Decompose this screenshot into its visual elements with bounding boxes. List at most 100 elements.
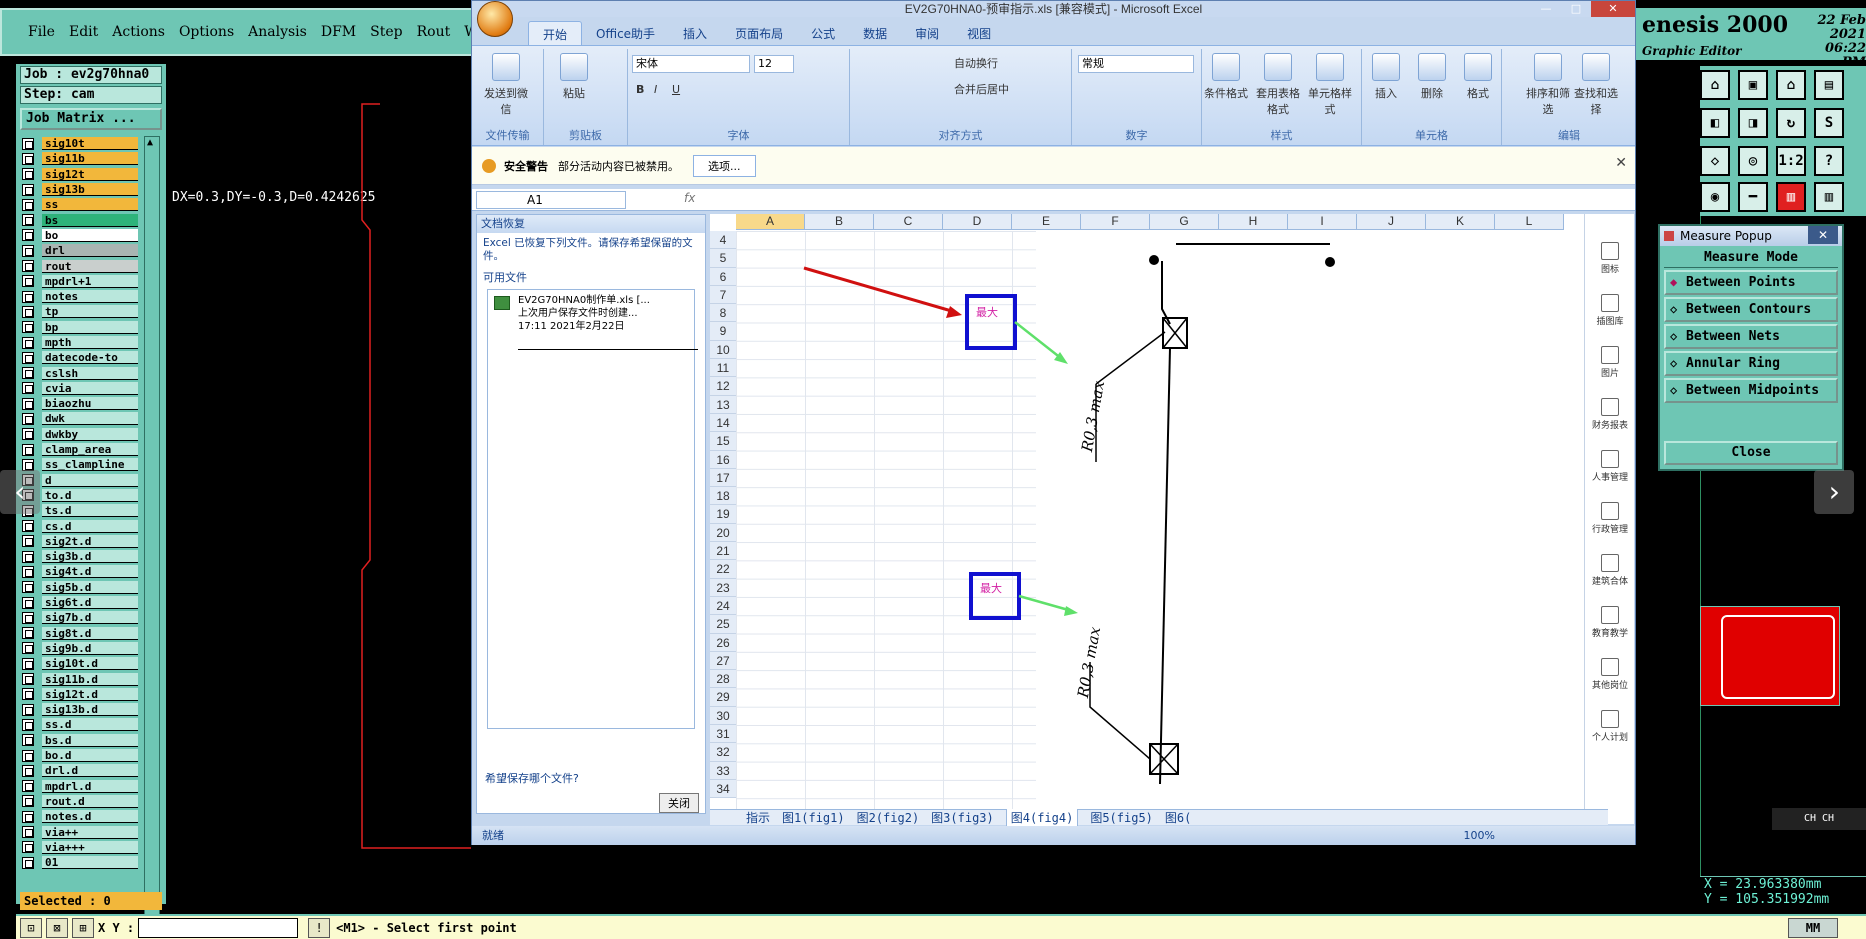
- layer-name[interactable]: sig6t.d: [42, 596, 138, 610]
- layer-checkbox[interactable]: [22, 657, 34, 670]
- ribbon-tab[interactable]: 审阅: [901, 21, 953, 45]
- layer-row[interactable]: sig9b.d: [20, 641, 140, 656]
- layer-checkbox[interactable]: [22, 535, 34, 548]
- layer-name[interactable]: dwkby: [42, 427, 138, 441]
- sheet-tab[interactable]: 图4(fig4): [1005, 808, 1079, 827]
- ruler-icon[interactable]: ━: [1738, 182, 1768, 212]
- layer-name[interactable]: rout: [42, 259, 138, 273]
- bold-button[interactable]: B: [636, 81, 644, 99]
- layer-name[interactable]: sig3b.d: [42, 550, 138, 564]
- layer-name[interactable]: notes: [42, 290, 138, 304]
- layer-name[interactable]: sig5b.d: [42, 580, 138, 594]
- side-tool[interactable]: 个人计划: [1585, 710, 1635, 743]
- net-icon[interactable]: ▥: [1776, 182, 1806, 212]
- recovered-file-item[interactable]: EV2G70HNA0制作单.xls [... 上次用户保存文件时创建... 17…: [487, 289, 698, 729]
- menu-rout[interactable]: Rout: [417, 24, 451, 40]
- sheet-tab[interactable]: 图1(fig1): [782, 809, 845, 826]
- side-tool[interactable]: 建筑合体: [1585, 554, 1635, 587]
- zoom-in-icon[interactable]: ▣: [1738, 70, 1768, 100]
- layer-checkbox[interactable]: [22, 856, 34, 869]
- layer-row[interactable]: sig8t.d: [20, 626, 140, 641]
- layer-name[interactable]: sig8t.d: [42, 626, 138, 640]
- layer-checkbox[interactable]: [22, 321, 34, 334]
- layer-checkbox[interactable]: [22, 443, 34, 456]
- layer-name[interactable]: bo.d: [42, 749, 138, 763]
- find-select-button[interactable]: 查找和选择: [1574, 53, 1618, 117]
- ime-indicator[interactable]: CH CH: [1772, 808, 1866, 830]
- layer-name[interactable]: sig13b: [42, 183, 138, 197]
- layer-name[interactable]: sig13b.d: [42, 703, 138, 717]
- minimize-icon[interactable]: —: [1531, 1, 1561, 17]
- ribbon-tab[interactable]: 公式: [797, 21, 849, 45]
- job-matrix-button[interactable]: Job Matrix ...: [20, 108, 162, 130]
- layer-row[interactable]: sig5b.d: [20, 580, 140, 595]
- sheet-tab[interactable]: 图5(fig5): [1090, 809, 1153, 826]
- center-icon[interactable]: ◎: [1738, 146, 1768, 176]
- next-arrow-icon[interactable]: ›: [1814, 470, 1854, 514]
- layer-row[interactable]: sig7b.d: [20, 610, 140, 625]
- side-tool[interactable]: 财务报表: [1585, 398, 1635, 431]
- layer-row[interactable]: cvia: [20, 381, 140, 396]
- layer-name[interactable]: ss.d: [42, 718, 138, 732]
- layer-checkbox[interactable]: [22, 734, 34, 747]
- worksheet[interactable]: ABCDEFGHIJKL 4 5 6 7 8 9 10 11 12 13 14 15 16 17 18 19 2…: [710, 214, 1608, 809]
- layer-checkbox[interactable]: [22, 168, 34, 181]
- layer-checkbox[interactable]: [22, 183, 34, 196]
- layer-row[interactable]: notes: [20, 289, 140, 304]
- layer-row[interactable]: sig2t.d: [20, 534, 140, 549]
- close-icon[interactable]: ✕: [1615, 155, 1627, 171]
- measure-popup-titlebar[interactable]: Measure Popup ✕: [1660, 226, 1842, 246]
- layer-row[interactable]: sig3b.d: [20, 549, 140, 564]
- layer-row[interactable]: cslsh: [20, 365, 140, 380]
- menu-actions[interactable]: Actions: [112, 24, 165, 40]
- number-format-select[interactable]: 常规: [1078, 55, 1194, 73]
- layer-row[interactable]: sig13b.d: [20, 702, 140, 717]
- layer-row[interactable]: bo.d: [20, 748, 140, 763]
- layer-row[interactable]: tp: [20, 304, 140, 319]
- layer-checkbox[interactable]: [22, 244, 34, 257]
- layer-checkbox[interactable]: [22, 260, 34, 273]
- grid-icon[interactable]: ⊞: [72, 917, 94, 938]
- insert-button[interactable]: 插入: [1364, 53, 1408, 101]
- side-tool[interactable]: 插图库: [1585, 294, 1635, 327]
- delete-button[interactable]: 删除: [1410, 53, 1454, 101]
- send-wechat-button[interactable]: 发送到微信: [484, 53, 528, 117]
- layer-checkbox[interactable]: [22, 718, 34, 731]
- ribbon-tab[interactable]: 插入: [669, 21, 721, 45]
- layer-name[interactable]: bo: [42, 228, 138, 242]
- layer-row[interactable]: dwk: [20, 411, 140, 426]
- layer-checkbox[interactable]: [22, 137, 34, 150]
- fit-icon[interactable]: ◇: [1700, 146, 1730, 176]
- layer-row[interactable]: sig6t.d: [20, 595, 140, 610]
- menu-options[interactable]: Options: [179, 24, 234, 40]
- recovery-close-button[interactable]: 关闭: [659, 793, 699, 813]
- layer-checkbox[interactable]: [22, 367, 34, 380]
- layer-row[interactable]: 01: [20, 855, 140, 870]
- layer-name[interactable]: mpdrl.d: [42, 779, 138, 793]
- layer-name[interactable]: mpdrl+1: [42, 274, 138, 288]
- layer-row[interactable]: datecode-to: [20, 350, 140, 365]
- layer-row[interactable]: cs.d: [20, 518, 140, 533]
- menu-file[interactable]: File: [28, 24, 55, 40]
- layer-name[interactable]: sig10t.d: [42, 657, 138, 671]
- layer-checkbox[interactable]: [22, 611, 34, 624]
- layer-row[interactable]: notes.d: [20, 809, 140, 824]
- layer-name[interactable]: drl.d: [42, 764, 138, 778]
- ribbon-tab[interactable]: 开始: [528, 21, 583, 45]
- layer-list-scrollbar[interactable]: [144, 136, 160, 939]
- format-button[interactable]: 格式: [1456, 53, 1500, 101]
- close-icon[interactable]: ✕: [1591, 1, 1635, 17]
- office-button-icon[interactable]: [477, 1, 513, 37]
- redraw-icon[interactable]: ↻: [1776, 108, 1806, 138]
- sheet-tab[interactable]: 图3(fig3): [931, 809, 994, 826]
- layer-checkbox[interactable]: [22, 198, 34, 211]
- layer-name[interactable]: sig11b.d: [42, 672, 138, 686]
- layer-name[interactable]: 01: [42, 856, 138, 870]
- layer-name[interactable]: sig2t.d: [42, 534, 138, 548]
- sheet-tab[interactable]: 图2(fig2): [857, 809, 920, 826]
- layer-row[interactable]: via++: [20, 824, 140, 839]
- layer-checkbox[interactable]: [22, 581, 34, 594]
- layer-row[interactable]: sig12t: [20, 167, 140, 182]
- layer-row[interactable]: sig13b: [20, 182, 140, 197]
- ribbon-tab[interactable]: Office助手: [582, 21, 669, 45]
